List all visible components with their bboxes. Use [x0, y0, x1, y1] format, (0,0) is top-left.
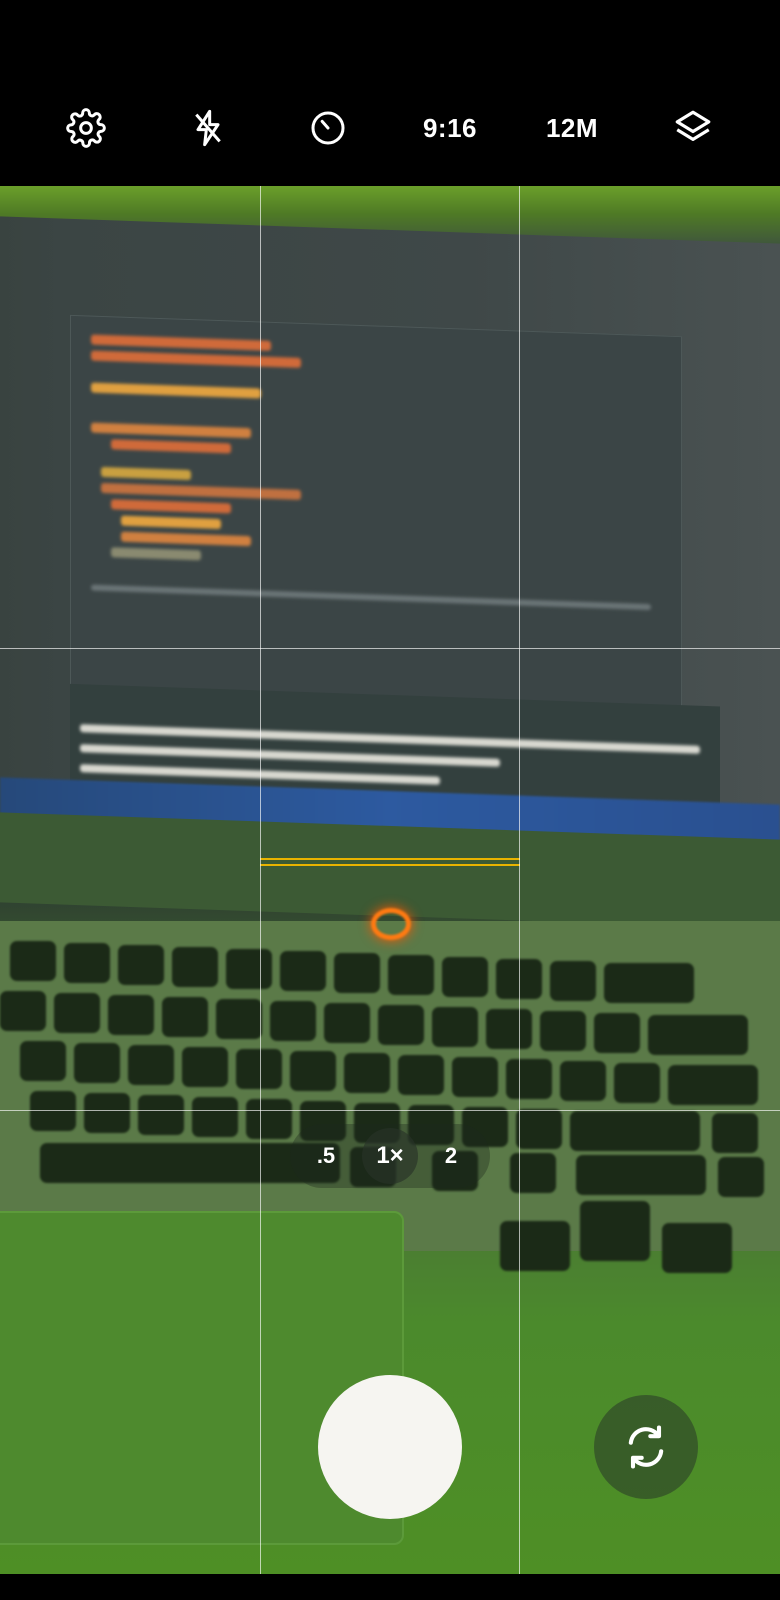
switch-camera-icon: [628, 1425, 664, 1469]
bottom-bar: [0, 1574, 780, 1600]
preview-power-light: [371, 908, 411, 940]
preview-keyboard: [0, 921, 780, 1273]
grid-line-vertical-1: [260, 186, 261, 1574]
flash-off-icon: [195, 109, 221, 147]
gear-icon: [66, 108, 106, 148]
zoom-0-5-button[interactable]: .5: [298, 1128, 354, 1184]
preview-laptop-screen: [0, 216, 780, 864]
grid-line-vertical-2: [519, 186, 520, 1574]
switch-camera-button[interactable]: [594, 1395, 698, 1499]
grid-line-horizontal-2: [0, 1110, 780, 1111]
focus-indicator-bottom: [260, 864, 520, 866]
aspect-ratio-label: 9:16: [422, 112, 478, 143]
zoom-1x-button[interactable]: 1×: [362, 1128, 418, 1184]
timer-icon: [311, 111, 345, 145]
flash-button[interactable]: [178, 100, 238, 156]
layers-icon: [675, 110, 711, 141]
filters-button[interactable]: [663, 100, 723, 156]
camera-viewfinder[interactable]: [0, 186, 780, 1574]
resolution-label: 12M: [545, 112, 599, 143]
focus-indicator-top: [260, 858, 520, 860]
aspect-ratio-button[interactable]: 9:16: [418, 100, 482, 156]
settings-button[interactable]: [56, 100, 116, 156]
resolution-button[interactable]: 12M: [540, 100, 604, 156]
zoom-2-button[interactable]: 2: [423, 1128, 479, 1184]
preview-code-editor: [70, 314, 682, 709]
timer-button[interactable]: [298, 100, 358, 156]
shutter-button[interactable]: [318, 1375, 462, 1519]
grid-line-horizontal-1: [0, 648, 780, 649]
camera-toolbar: 9:16 12M: [0, 0, 780, 186]
